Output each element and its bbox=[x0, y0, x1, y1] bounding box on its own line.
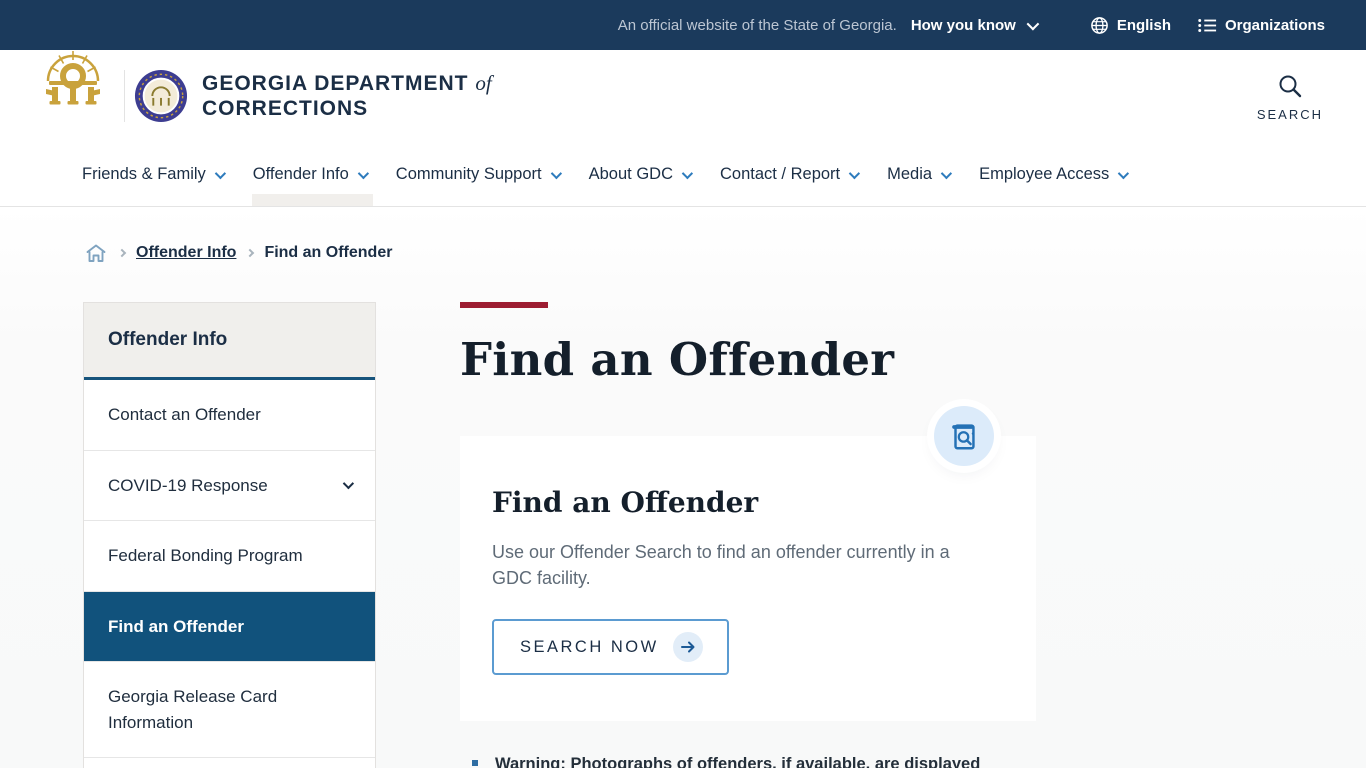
sidebar-item-label: Find an Offender bbox=[108, 616, 244, 636]
gdc-seal-icon[interactable] bbox=[134, 69, 188, 123]
language-selector[interactable]: English bbox=[1090, 16, 1171, 35]
content-area: Offender Info Contact an Offender COVID-… bbox=[0, 302, 1366, 768]
chevron-right-icon bbox=[246, 248, 255, 258]
site-title-line2: CORRECTIONS bbox=[202, 96, 369, 120]
home-icon[interactable] bbox=[84, 241, 108, 265]
chevron-right-icon bbox=[117, 248, 127, 258]
sidebar-title: Offender Info bbox=[84, 303, 375, 380]
site-header: GEORGIA DEPARTMENT of CORRECTIONS SEARCH bbox=[0, 34, 1366, 143]
chevron-down-icon bbox=[550, 167, 562, 179]
sidebar-item-contact-an-offender[interactable]: Contact an Offender bbox=[84, 380, 375, 451]
chevron-down-icon bbox=[1118, 167, 1130, 179]
nav-label: Community Support bbox=[395, 165, 542, 183]
warning-text: Warning: Photographs of offenders, if av… bbox=[495, 755, 981, 768]
chevron-down-icon bbox=[357, 167, 369, 179]
chevron-down-icon bbox=[1026, 17, 1040, 30]
find-offender-card-wrap: Find an Offender Use our Offender Search… bbox=[460, 406, 1036, 722]
sidebar-item-federal-bonding-program[interactable]: Federal Bonding Program bbox=[84, 521, 375, 592]
language-label: English bbox=[1116, 16, 1171, 34]
nav-label: Media bbox=[887, 165, 933, 183]
page-title: Find an Offender bbox=[460, 333, 895, 386]
sidebar-item-label: Contact an Offender bbox=[108, 405, 261, 424]
site-title-of: of bbox=[475, 71, 492, 95]
breadcrumb: Offender Info Find an Offender bbox=[0, 207, 1366, 269]
arrow-circle bbox=[672, 632, 703, 663]
nav-friends-family[interactable]: Friends & Family bbox=[82, 143, 226, 206]
document-search-icon bbox=[952, 424, 975, 450]
sidebar-offender-info: Offender Info Contact an Offender COVID-… bbox=[83, 302, 376, 768]
bullet-icon bbox=[472, 760, 478, 767]
search-now-label: SEARCH NOW bbox=[520, 637, 659, 656]
nav-label: Offender Info bbox=[252, 165, 349, 183]
sidebar-item-find-an-offender[interactable]: Find an Offender bbox=[84, 591, 375, 662]
nav-label: Employee Access bbox=[979, 165, 1110, 183]
nav-label: About GDC bbox=[588, 165, 673, 183]
georgia-arch-icon bbox=[46, 51, 100, 105]
arrow-right-icon bbox=[680, 641, 695, 653]
search-label: SEARCH bbox=[1256, 107, 1323, 122]
globe-icon bbox=[1090, 16, 1108, 34]
official-website-message: An official website of the State of Geor… bbox=[617, 16, 897, 34]
search-now-button[interactable]: SEARCH NOW bbox=[492, 619, 729, 676]
nav-community-support[interactable]: Community Support bbox=[395, 143, 562, 206]
main-column: Find an Offender Find an Offender Use ou… bbox=[460, 302, 1036, 768]
chevron-down-icon bbox=[342, 478, 355, 490]
breadcrumb-offender-info-link[interactable]: Offender Info bbox=[136, 244, 236, 262]
site-title[interactable]: GEORGIA DEPARTMENT of CORRECTIONS bbox=[202, 71, 492, 122]
chevron-down-icon bbox=[681, 167, 694, 179]
nav-contact-report[interactable]: Contact / Report bbox=[719, 143, 861, 206]
chevron-down-icon bbox=[214, 167, 226, 179]
card-description: Use our Offender Search to find an offen… bbox=[492, 542, 950, 589]
list-icon bbox=[1198, 18, 1217, 32]
sidebar-item-label: COVID-19 Response bbox=[108, 475, 268, 495]
how-you-know-label: How you know bbox=[910, 16, 1016, 34]
chevron-down-icon bbox=[848, 167, 861, 179]
find-offender-card: Find an Offender Use our Offender Search… bbox=[460, 436, 1036, 722]
card-title: Find an Offender bbox=[492, 486, 759, 519]
page-body: Offender Info Find an Offender Offender … bbox=[0, 207, 1366, 768]
nav-label: Friends & Family bbox=[82, 165, 206, 183]
organizations-label: Organizations bbox=[1224, 16, 1325, 34]
chevron-down-icon bbox=[940, 167, 953, 179]
search-icon bbox=[1279, 75, 1302, 98]
main-navigation: Friends & Family Offender Info Community… bbox=[0, 143, 1366, 207]
nav-about-gdc[interactable]: About GDC bbox=[588, 143, 694, 206]
official-state-bar: An official website of the State of Geor… bbox=[0, 0, 1366, 50]
breadcrumb-current-page: Find an Offender bbox=[264, 244, 393, 261]
header-search-button[interactable]: SEARCH bbox=[1257, 73, 1323, 122]
sidebar-item-label: Georgia Release Card Information bbox=[108, 687, 278, 732]
red-accent-line bbox=[460, 302, 548, 308]
header-divider bbox=[124, 70, 125, 122]
organizations-button[interactable]: Organizations bbox=[1197, 17, 1325, 34]
nav-employee-access[interactable]: Employee Access bbox=[979, 143, 1130, 206]
sidebar-item-covid-19-response[interactable]: COVID-19 Response bbox=[84, 450, 375, 521]
site-title-line1: GEORGIA DEPARTMENT bbox=[202, 72, 469, 95]
document-search-badge bbox=[934, 406, 994, 466]
nav-label: Contact / Report bbox=[719, 165, 841, 183]
nav-offender-info[interactable]: Offender Info bbox=[251, 143, 373, 206]
nav-media[interactable]: Media bbox=[887, 143, 953, 206]
warning-list-item: Warning: Photographs of offenders, if av… bbox=[460, 753, 1036, 768]
sidebar-item-georgia-release-card[interactable]: Georgia Release Card Information bbox=[84, 662, 375, 758]
sidebar-item-label: Federal Bonding Program bbox=[108, 546, 303, 565]
sidebar-item-incarcerated-veterans[interactable]: Incarcerated Veterans bbox=[84, 758, 375, 768]
how-you-know-button[interactable]: How you know bbox=[910, 16, 1040, 34]
